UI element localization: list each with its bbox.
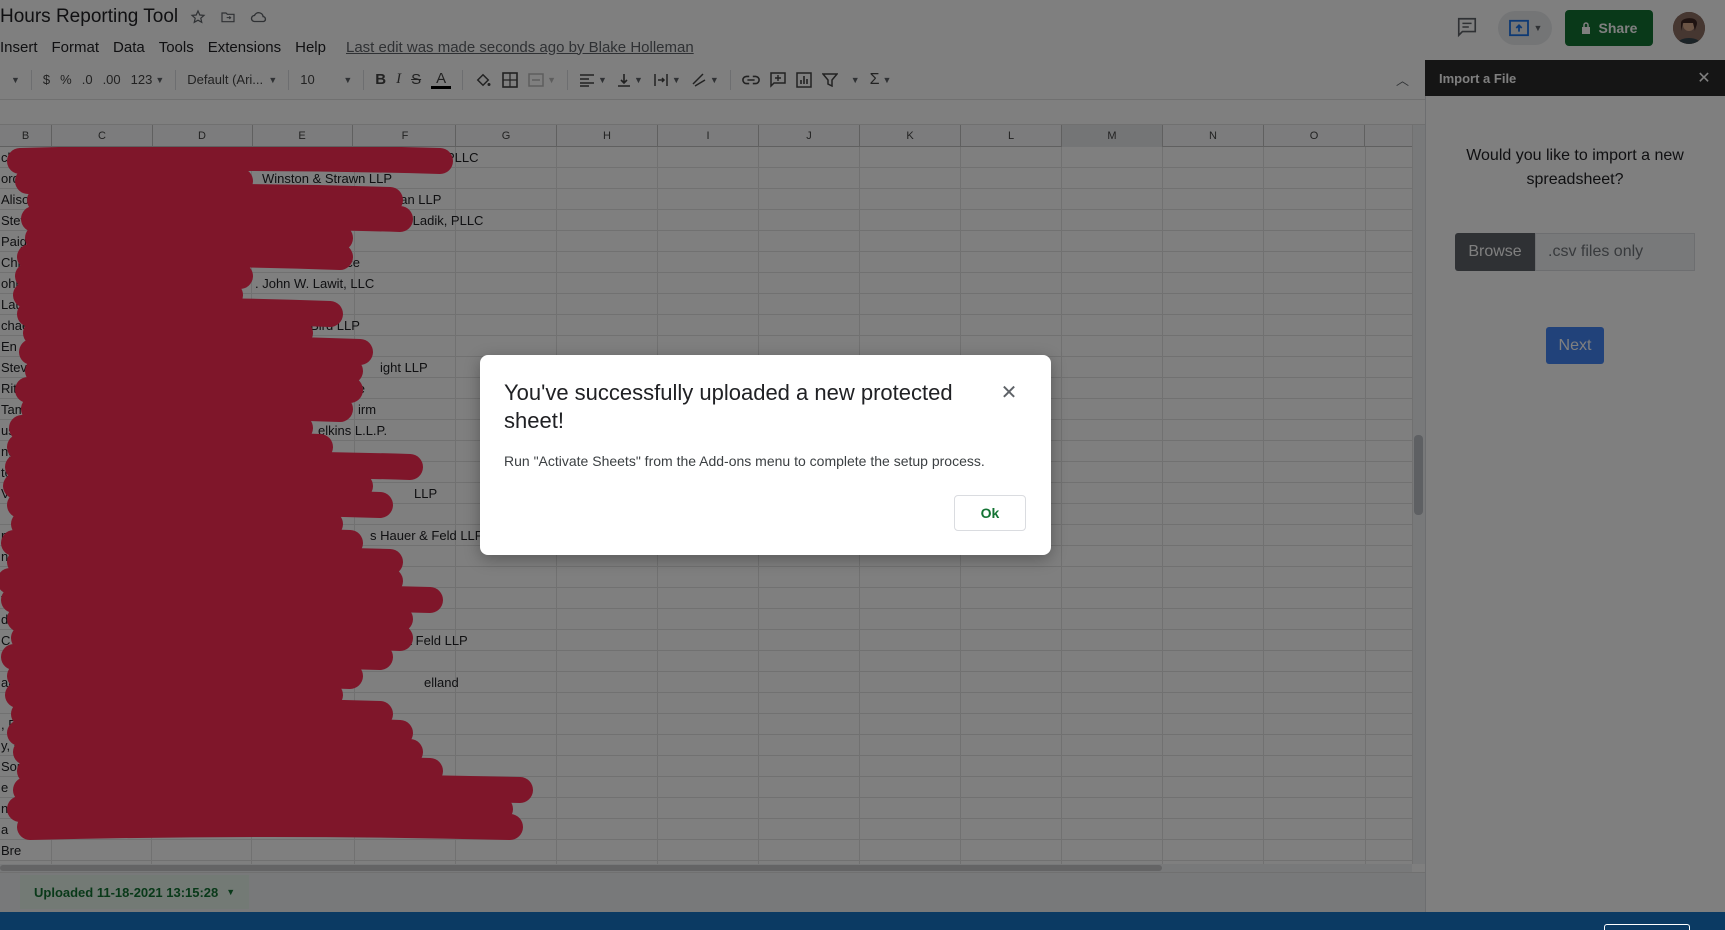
- close-icon[interactable]: ✕: [998, 381, 1020, 404]
- upload-success-dialog: You've successfully uploaded a new prote…: [480, 355, 1051, 555]
- os-taskbar: [0, 912, 1725, 930]
- ok-button[interactable]: Ok: [954, 495, 1026, 531]
- sheets-app: Hours Reporting Tool Insert Format Data …: [0, 0, 1725, 930]
- dialog-title: You've successfully uploaded a new prote…: [504, 380, 953, 433]
- dialog-message: Run "Activate Sheets" from the Add-ons m…: [504, 453, 985, 469]
- taskbar-item[interactable]: [1604, 924, 1690, 930]
